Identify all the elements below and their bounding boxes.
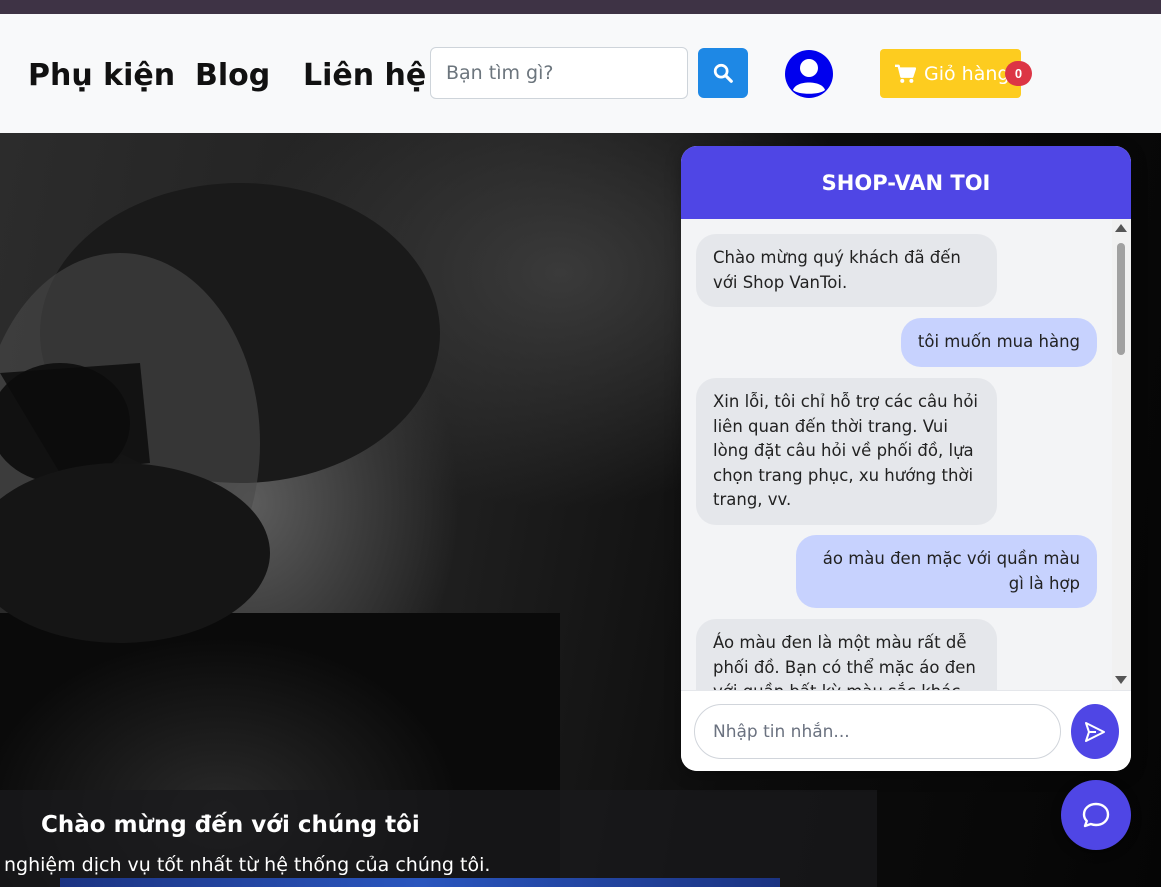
hero-subtitle: nghiệm dịch vụ tốt nhất từ hệ thống của … (4, 854, 491, 876)
nav-link-lien-he[interactable]: Liên hệ (303, 58, 426, 93)
chat-footer (681, 690, 1131, 771)
chat-scrollbar-thumb[interactable] (1117, 243, 1125, 355)
chat-message-user: áo màu đen mặc với quần màu gì là hợp (796, 535, 1097, 608)
chat-message-bot: Áo màu đen là một màu rất dễ phối đồ. Bạ… (696, 619, 997, 690)
nav-link-phu-kien[interactable]: Phụ kiện (28, 58, 175, 93)
navbar: Phụ kiện Blog Liên hệ Giỏ hàng 0 (0, 14, 1161, 133)
hero-bottom-glow (60, 878, 780, 887)
send-button[interactable] (1071, 704, 1119, 759)
cart-button[interactable]: Giỏ hàng (880, 49, 1021, 98)
chat-toggle-button[interactable] (1061, 780, 1131, 850)
chat-message-user: tôi muốn mua hàng (900, 318, 1097, 367)
hero-photo (0, 183, 440, 643)
cart-label: Giỏ hàng (924, 62, 1010, 85)
user-circle-icon (785, 50, 833, 98)
chat-message-input[interactable] (694, 704, 1061, 759)
chat-messages[interactable]: Chào mừng quý khách đã đến với Shop VanT… (681, 219, 1131, 690)
hero-title: Chào mừng đến với chúng tôi (41, 812, 420, 838)
chat-window: SHOP-VAN TOI Chào mừng quý khách đã đến … (681, 146, 1131, 771)
search-icon (713, 63, 733, 83)
user-account-button[interactable] (784, 49, 834, 99)
chat-message-bot: Chào mừng quý khách đã đến với Shop VanT… (696, 234, 997, 307)
cart-icon (895, 64, 916, 83)
chat-header: SHOP-VAN TOI (681, 146, 1131, 219)
search-button[interactable] (698, 48, 748, 98)
search-input[interactable] (430, 47, 688, 99)
nav-link-blog[interactable]: Blog (195, 58, 270, 93)
cart-count-badge: 0 (1005, 61, 1032, 86)
send-icon (1085, 721, 1105, 742)
top-strip (0, 0, 1161, 14)
scroll-up-arrow[interactable] (1115, 224, 1127, 232)
scroll-down-arrow[interactable] (1115, 676, 1127, 684)
chat-bubble-icon (1082, 802, 1110, 828)
chat-message-bot: Xin lỗi, tôi chỉ hỗ trợ các câu hỏi liên… (696, 378, 997, 525)
